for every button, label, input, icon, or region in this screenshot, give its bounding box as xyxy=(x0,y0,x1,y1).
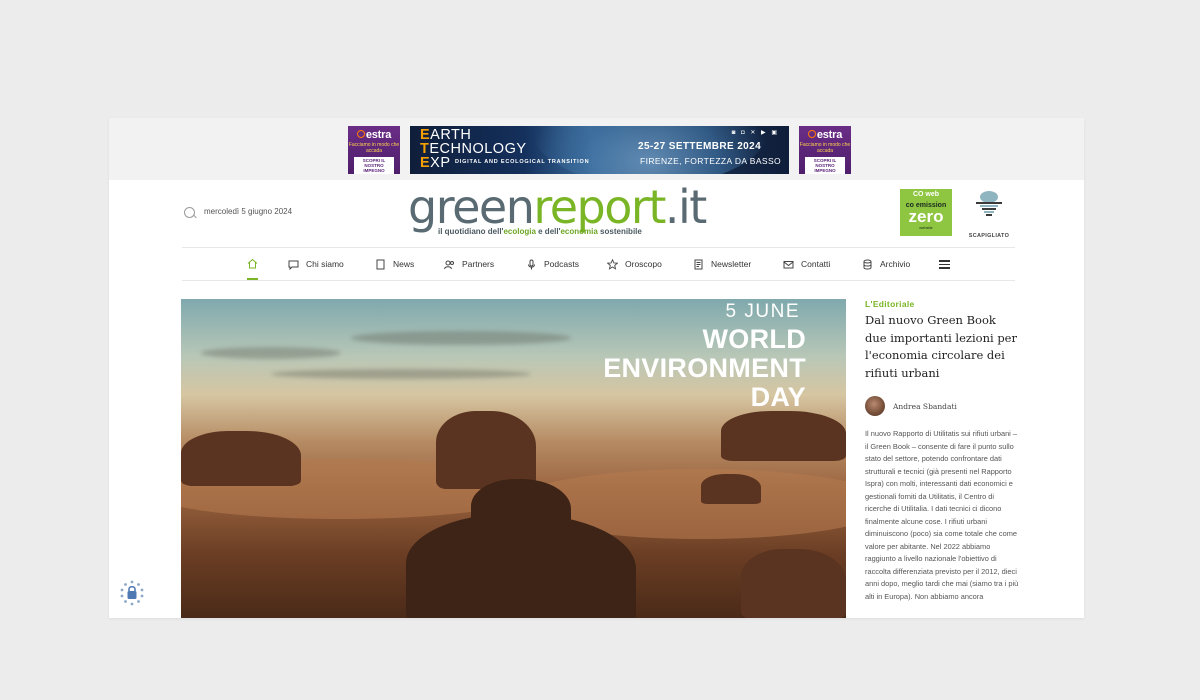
estra-brand: estra xyxy=(365,129,392,141)
search-icon[interactable] xyxy=(184,207,195,218)
social-icons: ◙ ◘ ✕ ▶ ▣ xyxy=(731,130,779,136)
logo-tagline: il quotidiano dell'ecologia e dell'econo… xyxy=(438,227,642,236)
nav-label: News xyxy=(393,259,415,269)
expo-date: 25-27 SETTEMBRE 2024 xyxy=(638,141,762,152)
nav-label: Partners xyxy=(462,259,495,269)
expo-place: FIRENZE, FORTEZZA DA BASSO xyxy=(640,156,782,166)
estra-ad-left[interactable]: estra Facciamo in modo che accada SCOPRI… xyxy=(348,126,400,174)
nav-podcasts[interactable]: Podcasts xyxy=(526,248,579,280)
expo-subtitle: DIGITAL AND ECOLOGICAL TRANSITION xyxy=(455,159,590,165)
site-logo[interactable]: greenreport.it il quotidiano dell'ecolog… xyxy=(408,182,788,242)
document-icon xyxy=(376,259,385,269)
estra-tagline: Facciamo in modo che accada xyxy=(799,142,851,154)
author-row[interactable]: Andrea Sbandati xyxy=(865,396,1020,416)
cloud-shape xyxy=(201,347,341,359)
estra-brand: estra xyxy=(816,129,843,141)
rock-shape xyxy=(721,411,846,461)
rock-shape xyxy=(436,411,536,489)
hero-title: WORLD ENVIRONMENT DAY xyxy=(603,324,806,412)
nav-archivio[interactable]: Archivio xyxy=(862,248,910,280)
nav-oroscopo[interactable]: Oroscopo xyxy=(607,248,662,280)
home-icon xyxy=(247,258,258,268)
rock-shape xyxy=(741,549,846,618)
editorial-sidebar: L'Editoriale Dal nuovo Green Book due im… xyxy=(865,299,1020,618)
hamburger-menu-icon[interactable] xyxy=(939,260,950,269)
hero-image-world-environment-day[interactable]: 5 JUNE WORLD ENVIRONMENT DAY xyxy=(181,299,846,618)
mail-icon xyxy=(783,260,794,268)
nav-label: Newsletter xyxy=(711,259,752,269)
nav-label: Podcasts xyxy=(544,259,579,269)
nav-news[interactable]: News xyxy=(375,248,414,280)
page-frame: estra Facciamo in modo che accada SCOPRI… xyxy=(109,118,1084,618)
nav-contatti[interactable]: Contatti xyxy=(783,248,830,280)
current-date: mercoledì 5 giugno 2024 xyxy=(204,207,293,216)
nav-label: Oroscopo xyxy=(625,259,662,269)
main-nav: Chi siamo News Partners Podcasts Oroscop… xyxy=(182,247,1015,281)
rock-shape xyxy=(471,479,571,539)
hero-date: 5 JUNE xyxy=(725,301,800,322)
scapigliato-mark-icon xyxy=(976,191,1002,216)
nav-home[interactable] xyxy=(247,248,258,280)
microphone-icon xyxy=(528,259,535,269)
cloud-shape xyxy=(271,369,531,379)
article-excerpt: Il nuovo Rapporto di Utilitatis sui rifi… xyxy=(865,429,1019,601)
rock-shape xyxy=(181,431,301,486)
co2-zero-emission-badge[interactable]: CO web co emission zero website xyxy=(900,189,952,236)
estra-tagline: Facciamo in modo che accada xyxy=(348,142,400,154)
estra-ad-right[interactable]: estra Facciamo in modo che accada SCOPRI… xyxy=(799,126,851,174)
avatar xyxy=(865,396,885,416)
category-label[interactable]: L'Editoriale xyxy=(865,299,1020,309)
site-header: mercoledì 5 giugno 2024 greenreport.it i… xyxy=(109,180,1084,248)
ad-bar: estra Facciamo in modo che accada SCOPRI… xyxy=(109,118,1084,180)
users-icon xyxy=(444,260,454,269)
nav-label: Chi siamo xyxy=(306,259,344,269)
author-name: Andrea Sbandati xyxy=(893,401,957,411)
estra-cta[interactable]: SCOPRI IL NOSTRO IMPEGNO xyxy=(354,157,394,174)
newsletter-icon xyxy=(694,259,703,269)
nav-partners[interactable]: Partners xyxy=(444,248,494,280)
database-icon xyxy=(863,259,872,269)
nav-label: Archivio xyxy=(880,259,911,269)
star-icon xyxy=(607,258,618,270)
nav-label: Contatti xyxy=(801,259,831,269)
nav-chi-siamo[interactable]: Chi siamo xyxy=(288,248,344,280)
scapigliato-logo[interactable]: SCAPIGLIATO xyxy=(967,188,1011,240)
article-title[interactable]: Dal nuovo Green Book due importanti lezi… xyxy=(865,312,1020,382)
cloud-shape xyxy=(351,331,571,345)
estra-cta[interactable]: SCOPRI IL NOSTRO IMPEGNO xyxy=(805,157,845,174)
accessibility-icon[interactable] xyxy=(118,579,146,607)
rock-shape xyxy=(701,474,761,504)
nav-newsletter[interactable]: Newsletter xyxy=(693,248,751,280)
earth-technology-expo-banner[interactable]: EARTH TECHNOLOGY EXP DIGITAL AND ECOLOGI… xyxy=(410,126,789,174)
chat-icon xyxy=(288,260,299,270)
